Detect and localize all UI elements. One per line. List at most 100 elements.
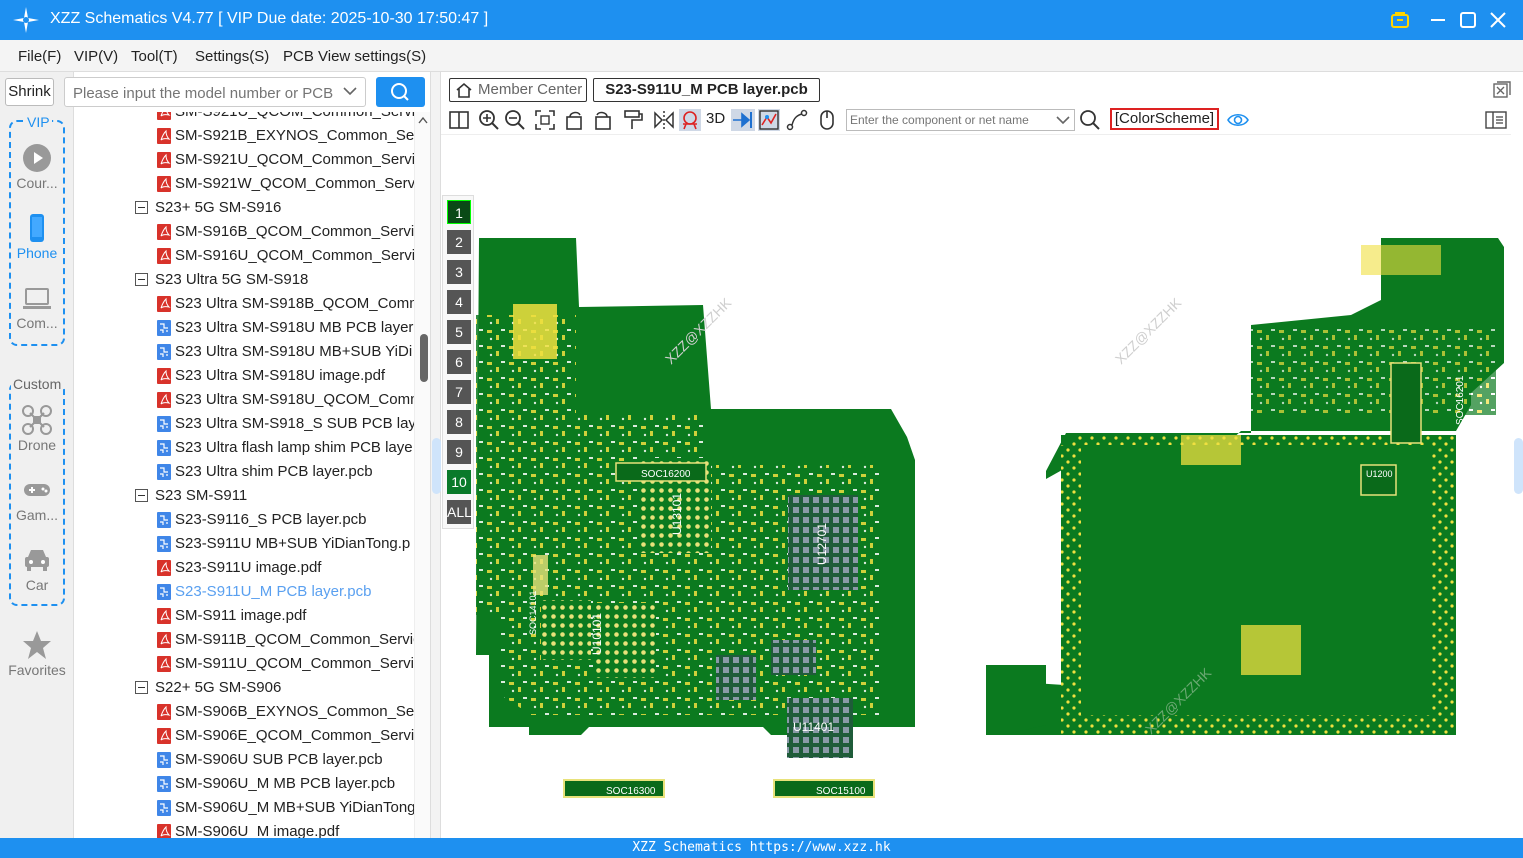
trace-highlight-icon[interactable] (758, 109, 780, 131)
tree-item-label: SM-S906U_M image.pdf (175, 823, 340, 838)
pcb-file-icon (157, 440, 171, 456)
model-search-field[interactable] (64, 77, 366, 107)
menu-pcb-view-settings[interactable]: PCB View settings(S) (283, 48, 426, 65)
label-u1200: U1200 (1366, 469, 1393, 479)
side-panel-icon[interactable] (1485, 109, 1507, 131)
color-scheme-button[interactable]: [ColorScheme] (1110, 108, 1219, 130)
tree-item-label: S23-S911U_M PCB layer.pcb (175, 583, 372, 600)
layer-button-5[interactable]: 5 (447, 320, 471, 344)
nav-car-label: Car (25, 577, 49, 593)
nav-courses[interactable]: Cour... (4, 143, 70, 191)
model-search-input[interactable] (73, 83, 335, 103)
layer-button-8[interactable]: 8 (447, 410, 471, 434)
minimize-icon[interactable] (1426, 8, 1450, 32)
layer-button-6[interactable]: 6 (447, 350, 471, 374)
layer-button-3[interactable]: 3 (447, 260, 471, 284)
pdf-file-icon (157, 296, 171, 312)
tab-active-pcb[interactable]: S23-S911U_M PCB layer.pcb (593, 78, 820, 102)
menu-vip[interactable]: VIP(V) (74, 48, 118, 65)
pdf-file-icon (157, 824, 171, 838)
pcb-canvas[interactable]: SOC16200 U13101 U12701 SOC14101 U10101 U… (441, 134, 1511, 838)
pcb-file-icon (157, 416, 171, 432)
measure-line-icon[interactable] (786, 109, 808, 131)
vip-group-label: VIP (25, 114, 52, 130)
mouse-icon[interactable] (816, 109, 838, 131)
nav-game[interactable]: Gam... (4, 475, 70, 523)
chevron-down-icon[interactable] (1056, 115, 1070, 125)
menu-file[interactable]: File(F) (18, 48, 61, 65)
collapse-toggle-icon[interactable] (135, 681, 148, 694)
collapse-toggle-icon[interactable] (135, 273, 148, 286)
label-soc14101: SOC14101 (528, 590, 538, 635)
probe-icon[interactable] (679, 109, 701, 131)
split-view-icon[interactable] (448, 109, 470, 131)
close-icon[interactable] (1486, 8, 1510, 32)
tree-item-label: SM-S911B_QCOM_Common_Servic (175, 631, 421, 648)
nav-phone-label: Phone (16, 245, 58, 261)
tree-item-label: S22+ 5G SM-S906 (155, 679, 282, 696)
tree-item-label: S23-S911U image.pdf (175, 559, 322, 576)
label-soc16200: SOC16200 (641, 469, 691, 480)
pcb-file-icon (157, 752, 171, 768)
net-search-input[interactable] (850, 112, 1050, 128)
maximize-icon[interactable] (1456, 8, 1480, 32)
tree-item-label: S23 Ultra flash lamp shim PCB laye (175, 439, 413, 456)
net-search-icon[interactable] (1079, 109, 1101, 131)
net-arrow-icon[interactable] (731, 109, 755, 131)
tree-item-label: S23 Ultra SM-S918U MB PCB layer. (175, 319, 417, 336)
eye-icon[interactable] (1227, 109, 1249, 131)
close-tabs-icon[interactable] (1493, 81, 1511, 99)
3d-view-button[interactable]: 3D (706, 110, 725, 127)
layer-button-7[interactable]: 7 (447, 380, 471, 404)
collapse-toggle-icon[interactable] (135, 201, 148, 214)
layer-button-4[interactable]: 4 (447, 290, 471, 314)
fit-view-icon[interactable] (534, 109, 556, 131)
chevron-down-icon[interactable] (343, 86, 357, 96)
nav-phone[interactable]: Phone (4, 213, 70, 261)
tree-scroll-thumb[interactable] (420, 334, 428, 382)
nav-computer[interactable]: Com... (4, 283, 70, 331)
tree-item-label: SM-S921B_EXYNOS_Common_Serv (175, 127, 427, 144)
zoom-out-icon[interactable] (504, 109, 526, 131)
net-search-field[interactable] (846, 109, 1075, 131)
pdf-file-icon (157, 152, 171, 168)
flip-horizontal-icon[interactable] (653, 109, 675, 131)
layer-button-9[interactable]: 9 (447, 440, 471, 464)
menu-tool[interactable]: Tool(T) (131, 48, 178, 65)
pcb-toolbar: 3D [ColorScheme] (441, 106, 1523, 134)
car-icon (25, 550, 49, 571)
search-button[interactable] (376, 77, 425, 107)
pcb-file-icon (157, 776, 171, 792)
rotate-right-icon[interactable] (591, 109, 613, 131)
zoom-in-icon[interactable] (478, 109, 500, 131)
tree-item-label: SM-S906E_QCOM_Common_Servic (175, 727, 422, 744)
pdf-file-icon (157, 560, 171, 576)
layer-button-10[interactable]: 10 (447, 470, 471, 494)
collapse-left-handle[interactable] (432, 438, 441, 494)
vip-bag-icon[interactable] (1388, 8, 1412, 32)
pdf-file-icon (157, 656, 171, 672)
pcb-file-icon (157, 512, 171, 528)
collapse-toggle-icon[interactable] (135, 489, 148, 502)
nav-computer-label: Com... (16, 315, 58, 331)
layer-button-all[interactable]: ALL (447, 500, 472, 524)
tab-member-center[interactable]: Member Center (449, 78, 587, 102)
nav-drone[interactable]: Drone (4, 405, 70, 453)
menu-settings[interactable]: Settings(S) (195, 48, 269, 65)
paint-roller-icon[interactable] (622, 109, 644, 131)
rotate-left-icon[interactable] (564, 109, 586, 131)
pdf-file-icon (157, 392, 171, 408)
layer-button-2[interactable]: 2 (447, 230, 471, 254)
tree-item-label: S23-S911U MB+SUB YiDianTong.p (175, 535, 411, 552)
pcb-board-drawing[interactable]: SOC16200 U13101 U12701 SOC14101 U10101 U… (441, 135, 1511, 839)
nav-game-label: Gam... (15, 507, 58, 523)
shrink-button[interactable]: Shrink (5, 78, 54, 106)
tree-scrollbar[interactable] (414, 112, 430, 838)
layer-button-1[interactable]: 1 (447, 200, 471, 224)
tree-item-label: SM-S911U_QCOM_Common_Servic (175, 655, 422, 672)
pdf-file-icon (157, 176, 171, 192)
collapse-right-handle[interactable] (1514, 438, 1523, 494)
nav-car[interactable]: Car (4, 545, 70, 593)
scroll-up-icon[interactable] (418, 116, 428, 124)
nav-favorites[interactable]: Favorites (4, 630, 70, 678)
